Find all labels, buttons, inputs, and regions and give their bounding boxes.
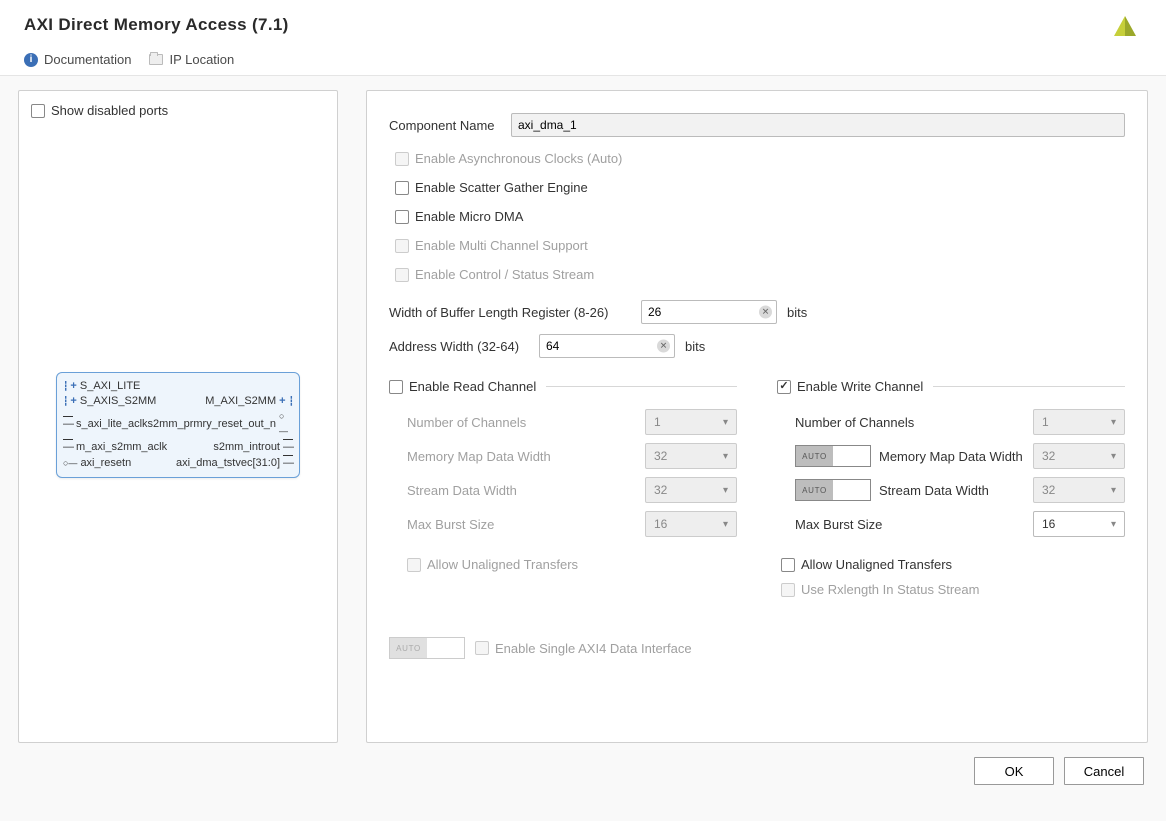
write-stream-width-select: 32▾ bbox=[1033, 477, 1125, 503]
write-max-burst-label: Max Burst Size bbox=[795, 517, 1025, 532]
ip-location-label: IP Location bbox=[169, 52, 234, 67]
port-m-axi-s2mm-aclk: m_axi_s2mm_aclk bbox=[76, 440, 167, 455]
enable-multi-channel-label: Enable Multi Channel Support bbox=[415, 238, 588, 253]
port-s2mm-prmry-reset: s2mm_prmry_reset_out_n bbox=[148, 417, 276, 432]
read-stream-width-label: Stream Data Width bbox=[407, 483, 637, 498]
ip-location-link[interactable]: IP Location bbox=[149, 52, 234, 67]
write-rxlength-label: Use Rxlength In Status Stream bbox=[801, 582, 979, 597]
buffer-length-label: Width of Buffer Length Register (8-26) bbox=[389, 305, 631, 320]
ip-block-symbol: ┇+S_AXI_LITE ┇+S_AXIS_S2MM M_AXI_S2MM+┇ … bbox=[56, 372, 300, 478]
info-icon: i bbox=[24, 53, 38, 67]
read-num-channels-select: 1▾ bbox=[645, 409, 737, 435]
port-s2mm-introut: s2mm_introut bbox=[213, 440, 280, 455]
write-num-channels-label: Number of Channels bbox=[795, 415, 1025, 430]
enable-write-channel-label: Enable Write Channel bbox=[797, 379, 923, 394]
clear-icon[interactable]: ✕ bbox=[657, 340, 670, 353]
read-mm-width-select: 32▾ bbox=[645, 443, 737, 469]
read-stream-width-select: 32▾ bbox=[645, 477, 737, 503]
enable-async-clocks-checkbox bbox=[395, 152, 409, 166]
documentation-link[interactable]: i Documentation bbox=[24, 52, 131, 67]
write-stream-width-label: Stream Data Width bbox=[879, 483, 1025, 498]
clear-icon[interactable]: ✕ bbox=[759, 306, 772, 319]
enable-ctrl-status-checkbox bbox=[395, 268, 409, 282]
port-s-axi-lite-aclk: s_axi_lite_aclk bbox=[76, 417, 148, 432]
enable-read-channel-label: Enable Read Channel bbox=[409, 379, 536, 394]
page-title: AXI Direct Memory Access (7.1) bbox=[24, 15, 289, 35]
read-max-burst-label: Max Burst Size bbox=[407, 517, 637, 532]
enable-read-channel-checkbox[interactable] bbox=[389, 380, 403, 394]
port-m-axi-s2mm: M_AXI_S2MM bbox=[205, 394, 276, 409]
read-mm-width-label: Memory Map Data Width bbox=[407, 449, 637, 464]
enable-micro-dma-checkbox[interactable] bbox=[395, 210, 409, 224]
enable-multi-channel-checkbox bbox=[395, 239, 409, 253]
show-disabled-ports-checkbox[interactable] bbox=[31, 104, 45, 118]
enable-scatter-gather-checkbox[interactable] bbox=[395, 181, 409, 195]
component-name-label: Component Name bbox=[389, 118, 501, 133]
port-s-axi-lite: S_AXI_LITE bbox=[80, 379, 141, 394]
show-disabled-ports-label: Show disabled ports bbox=[51, 103, 168, 118]
write-unaligned-label: Allow Unaligned Transfers bbox=[801, 557, 952, 572]
write-mm-width-select: 32▾ bbox=[1033, 443, 1125, 469]
address-width-label: Address Width (32-64) bbox=[389, 339, 529, 354]
enable-single-axi4-label: Enable Single AXI4 Data Interface bbox=[495, 641, 692, 656]
write-max-burst-select[interactable]: 16▾ bbox=[1033, 511, 1125, 537]
read-unaligned-checkbox bbox=[407, 558, 421, 572]
buffer-length-input[interactable] bbox=[641, 300, 777, 324]
read-max-burst-select: 16▾ bbox=[645, 511, 737, 537]
documentation-label: Documentation bbox=[44, 52, 131, 67]
read-num-channels-label: Number of Channels bbox=[407, 415, 637, 430]
single-axi4-auto-toggle: AUTO bbox=[389, 637, 465, 659]
write-num-channels-select: 1▾ bbox=[1033, 409, 1125, 435]
address-width-input[interactable] bbox=[539, 334, 675, 358]
enable-single-axi4-checkbox bbox=[475, 641, 489, 655]
config-panel: Component Name Enable Asynchronous Clock… bbox=[366, 90, 1148, 743]
write-rxlength-checkbox bbox=[781, 583, 795, 597]
xilinx-logo-icon bbox=[1108, 10, 1142, 40]
write-mm-width-auto-toggle[interactable]: AUTO bbox=[795, 445, 871, 467]
component-name-input[interactable] bbox=[511, 113, 1125, 137]
port-axi-dma-tstvec: axi_dma_tstvec[31:0] bbox=[176, 456, 280, 471]
write-stream-width-auto-toggle[interactable]: AUTO bbox=[795, 479, 871, 501]
enable-async-clocks-label: Enable Asynchronous Clocks (Auto) bbox=[415, 151, 622, 166]
folder-icon bbox=[149, 54, 163, 65]
write-mm-width-label: Memory Map Data Width bbox=[879, 449, 1025, 464]
enable-micro-dma-label: Enable Micro DMA bbox=[415, 209, 523, 224]
port-axi-resetn: axi_resetn bbox=[80, 456, 131, 471]
bits-label-2: bits bbox=[685, 339, 705, 354]
preview-panel: Show disabled ports ┇+S_AXI_LITE ┇+S_AXI… bbox=[18, 90, 338, 743]
enable-scatter-gather-label: Enable Scatter Gather Engine bbox=[415, 180, 588, 195]
write-unaligned-checkbox[interactable] bbox=[781, 558, 795, 572]
port-s-axis-s2mm: S_AXIS_S2MM bbox=[80, 394, 156, 409]
cancel-button[interactable]: Cancel bbox=[1064, 757, 1144, 785]
enable-ctrl-status-label: Enable Control / Status Stream bbox=[415, 267, 594, 282]
bits-label: bits bbox=[787, 305, 807, 320]
read-unaligned-label: Allow Unaligned Transfers bbox=[427, 557, 578, 572]
enable-write-channel-checkbox[interactable] bbox=[777, 380, 791, 394]
ok-button[interactable]: OK bbox=[974, 757, 1054, 785]
